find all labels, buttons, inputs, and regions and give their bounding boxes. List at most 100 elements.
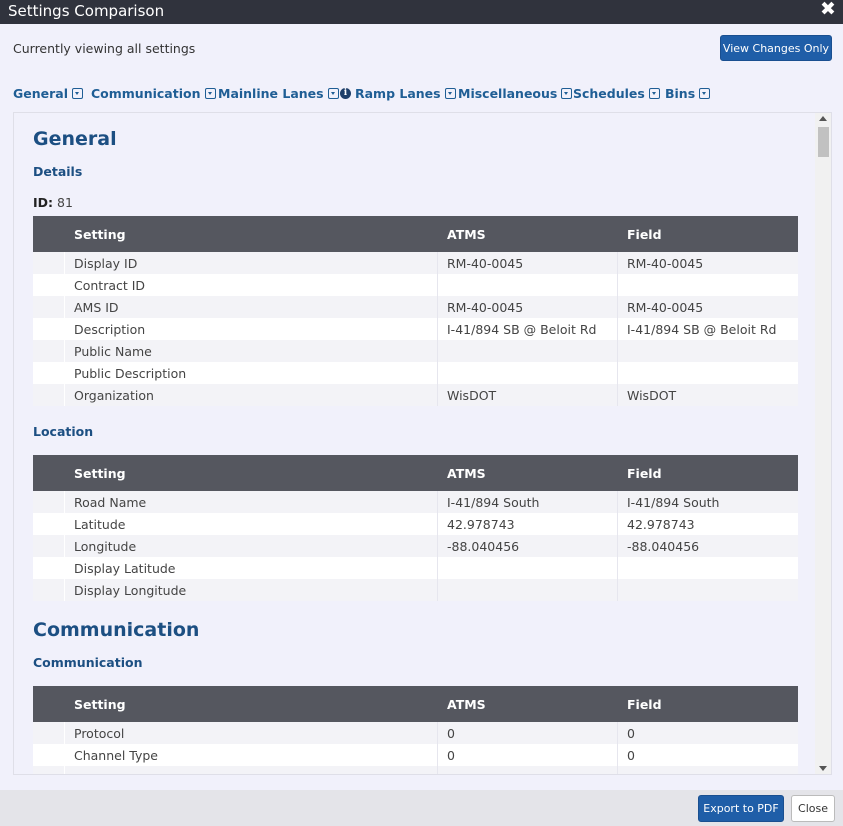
column-header-field: Field [627,697,662,712]
tab-communication[interactable]: Communication [91,86,216,101]
cell-setting: Public Description [74,366,187,381]
table-row: Road Name I-41/894 South I-41/894 South [33,491,798,513]
cell-field: WisDOT [627,388,677,403]
cell-setting: Contract ID [74,278,146,293]
settings-content: General Details ID: 81 Setting ATMS Fiel… [14,113,817,774]
chevron-down-icon [327,88,339,99]
close-icon[interactable]: ✖ [819,0,837,22]
location-table: Setting ATMS Field Road Name I-41/894 So… [33,455,798,601]
section-heading-general: General [33,128,117,150]
table-row: Organization WisDOT WisDOT [33,384,798,406]
tab-miscellaneous[interactable]: Miscellaneous [458,86,573,101]
vertical-scrollbar[interactable] [815,113,831,774]
table-row: Channel Type 0 0 [33,744,798,766]
cell-atms: 0 [447,726,455,741]
cell-atms: I-41/894 SB @ Beloit Rd [447,322,597,337]
cell-setting: Description [74,322,146,337]
settings-scroll-panel[interactable]: General Details ID: 81 Setting ATMS Fiel… [13,112,832,775]
table-row: Contract ID [33,274,798,296]
id-line: ID: 81 [33,195,73,210]
table-row: Public Name [33,340,798,362]
cell-setting: Display Latitude [74,561,176,576]
cell-setting: Organization [74,388,154,403]
tab-bins[interactable]: Bins [665,86,711,101]
subsection-heading-location: Location [33,424,94,439]
column-header-setting: Setting [74,227,126,242]
column-header-atms: ATMS [447,697,486,712]
scrollbar-thumb[interactable] [818,127,829,157]
cell-field: RM-40-0045 [627,256,704,271]
viewing-status-text: Currently viewing all settings [13,41,196,56]
info-icon: i [340,88,351,99]
cell-setting: Latitude [74,517,126,532]
title-bar: Settings Comparison ✖ [0,0,843,24]
cell-field: I-41/894 South [627,495,720,510]
scroll-up-arrow-icon[interactable] [819,116,827,121]
column-header-atms: ATMS [447,466,486,481]
cell-atms: I-41/894 South [447,495,540,510]
id-label: ID: [33,195,54,210]
cell-atms: WisDOT [447,388,497,403]
tab-label: Ramp Lanes [355,86,441,101]
chevron-down-icon [444,88,456,99]
tab-label: Schedules [573,86,645,101]
table-row: Public Description [33,362,798,384]
table-row: Display ID RM-40-0045 RM-40-0045 [33,252,798,274]
tab-label: Mainline Lanes [218,86,324,101]
cell-field: 0 [627,748,635,763]
tab-ramp-lanes[interactable]: i Ramp Lanes [340,86,456,101]
view-changes-only-button[interactable]: View Changes Only [720,35,832,61]
tab-label: Miscellaneous [458,86,558,101]
section-heading-communication: Communication [33,619,200,641]
table-row: Longitude -88.040456 -88.040456 [33,535,798,557]
cell-atms: 42.978743 [447,517,515,532]
column-header-setting: Setting [74,697,126,712]
communication-table: Setting ATMS Field Protocol 0 0 Channel … [33,686,798,774]
table-header: Setting ATMS Field [33,686,798,722]
tab-mainline-lanes[interactable]: Mainline Lanes [218,86,339,101]
table-header: Setting ATMS Field [33,455,798,491]
scroll-down-arrow-icon[interactable] [819,766,827,771]
cell-field: -88.040456 [627,539,700,554]
chevron-down-icon [561,88,573,99]
subsection-heading-details: Details [33,164,83,179]
cell-atms: 0 [447,748,455,763]
cell-atms: -88.040456 [447,539,520,554]
cell-setting: Longitude [74,539,137,554]
chevron-down-icon [72,88,83,99]
table-row: Description I-41/894 SB @ Beloit Rd I-41… [33,318,798,340]
cell-atms: RM-40-0045 [447,300,524,315]
cell-field: 0 [627,726,635,741]
window-title: Settings Comparison [8,2,165,20]
table-row: AMS ID RM-40-0045 RM-40-0045 [33,296,798,318]
tab-label: Bins [665,86,696,101]
cell-setting: Channel Type [74,748,159,763]
column-header-field: Field [627,227,662,242]
column-header-setting: Setting [74,466,126,481]
close-button[interactable]: Close [791,795,835,822]
cell-setting: AMS ID [74,300,119,315]
cell-field: 42.978743 [627,517,695,532]
column-header-atms: ATMS [447,227,486,242]
table-header: Setting ATMS Field [33,216,798,252]
tab-label: General [13,86,68,101]
chevron-down-icon [699,88,711,99]
export-to-pdf-button[interactable]: Export to PDF [698,795,784,822]
chevron-down-icon [204,88,216,99]
tab-general[interactable]: General [13,86,83,101]
table-row: Latitude 42.978743 42.978743 [33,513,798,535]
table-row: Protocol 0 0 [33,722,798,744]
cell-atms: RM-40-0045 [447,256,524,271]
tab-schedules[interactable]: Schedules [573,86,660,101]
column-header-field: Field [627,466,662,481]
id-value: 81 [57,195,73,210]
details-table: Setting ATMS Field Display ID RM-40-0045… [33,216,798,406]
table-row: Display Latitude [33,557,798,579]
cell-setting: Protocol [74,726,125,741]
table-row [33,766,798,774]
cell-setting: Public Name [74,344,152,359]
cell-setting: Display ID [74,256,138,271]
cell-setting: Display Longitude [74,583,187,598]
cell-field: I-41/894 SB @ Beloit Rd [627,322,777,337]
subsection-heading-communication: Communication [33,655,143,670]
